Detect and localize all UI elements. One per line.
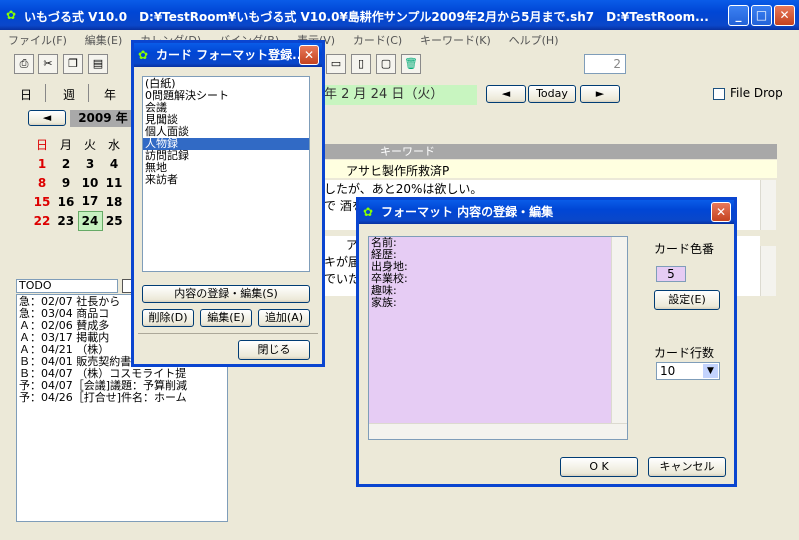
calendar-year: 2009 年 — [70, 110, 136, 127]
tab-day[interactable]: 日 — [20, 86, 32, 103]
format-line: 卒業校: — [371, 272, 408, 285]
note-line: したが、あと20%は欲しい。 — [324, 182, 483, 196]
chevron-down-icon[interactable]: ▼ — [703, 364, 718, 378]
format-dialog-icon: ✿ — [363, 205, 374, 219]
main-titlebar: ✿ いもづる式 V10.0 D:¥TestRoom¥いもづる式 V10.0¥島耕… — [0, 0, 799, 30]
app-icon: ✿ — [6, 8, 17, 22]
format-dialog-titlebar: ✿ フォーマット 内容の登録・編集 ✕ — [359, 200, 734, 224]
trash-icon[interactable]: 🗑 — [401, 54, 421, 74]
format-dialog-title: フォーマット 内容の登録・編集 — [381, 205, 554, 219]
menu-keyword[interactable]: キーワード(K) — [420, 34, 491, 47]
modify-button[interactable]: 編集(E) — [200, 309, 252, 327]
menu-card[interactable]: カード(C) — [353, 34, 402, 47]
card-dialog-close-button[interactable]: ✕ — [299, 45, 319, 65]
blank-icon[interactable]: ▢ — [376, 54, 396, 74]
close-button[interactable]: ✕ — [774, 5, 795, 26]
format-line: 名前: — [371, 236, 397, 249]
delete-button[interactable]: 削除(D) — [142, 309, 194, 327]
format-edit-dialog: ✿ フォーマット 内容の登録・編集 ✕ 名前: 経歴: 出身地: 卒業校: 趣味… — [356, 197, 737, 487]
weekday-wed: 水 — [107, 138, 120, 152]
format-item[interactable]: 訪問記録 — [143, 150, 309, 162]
weekday-mon: 月 — [59, 138, 72, 152]
card-rows-value: 10 — [660, 364, 676, 378]
card-rows-label: カード行数 — [654, 346, 715, 360]
tab-divider — [45, 84, 46, 102]
tab-divider — [88, 84, 89, 102]
card-dialog-title: カード フォーマット登録... — [156, 48, 306, 62]
dialog-divider — [138, 333, 318, 334]
calendar-day[interactable]: 16 — [54, 192, 78, 211]
calendar-day[interactable]: 22 — [30, 211, 54, 230]
add-button[interactable]: 追加(A) — [258, 309, 310, 327]
keyword-value[interactable]: アサヒ製作所救済P — [346, 162, 449, 179]
card-rows-select[interactable]: 10 ▼ — [656, 362, 720, 380]
copy-icon[interactable]: ❐ — [63, 54, 83, 74]
format-text-area[interactable]: 名前: 経歴: 出身地: 卒業校: 趣味: 家族: — [368, 236, 628, 440]
calendar-day[interactable]: 4 — [102, 154, 126, 173]
ok-button[interactable]: O K — [560, 457, 638, 477]
weekday-sun: 日 — [35, 138, 48, 152]
paste-icon[interactable]: ▤ — [88, 54, 108, 74]
calendar-day[interactable]: 25 — [102, 211, 126, 230]
format-item[interactable]: 0問題解決シート — [143, 90, 309, 102]
todo-item[interactable]: 予：04/26［打合せ]件名：ホーム — [17, 392, 227, 404]
card-format-list[interactable]: (白紙) 0問題解決シート 会議 見聞談 個人面談 人物録 訪問記録 無地 来訪… — [142, 76, 310, 272]
cancel-button[interactable]: キャンセル — [648, 457, 726, 477]
calendar-grid: 日月火水 1234 8 9 10 11 15 16 17 18 22 23 24 25 — [30, 135, 126, 231]
calendar-day[interactable]: 2 — [54, 154, 78, 173]
page-icon[interactable]: ▯ — [351, 54, 371, 74]
card-color-value: 5 — [656, 266, 686, 282]
format-line: 家族: — [371, 296, 397, 309]
calendar-day[interactable]: 23 — [54, 211, 78, 230]
scissors-icon[interactable]: ✂ — [38, 54, 58, 74]
note-scrollbar-2[interactable] — [760, 246, 776, 296]
settings-button[interactable]: 設定(E) — [654, 290, 720, 310]
format-dialog-close-button[interactable]: ✕ — [711, 202, 731, 222]
card-color-label: カード色番 — [654, 242, 715, 256]
edit-content-button[interactable]: 内容の登録・編集(S) — [142, 285, 310, 303]
date-heading: 年 2 月 24 日（火） — [322, 85, 477, 105]
keyword-header: キーワード — [322, 144, 777, 159]
calendar-day[interactable]: 18 — [102, 192, 126, 211]
calendar-today[interactable]: 24 — [77, 210, 103, 231]
calendar-day[interactable]: 17 — [78, 192, 102, 211]
calendar-day[interactable]: 1 — [30, 154, 54, 173]
keyword-row: アサヒ製作所救済P — [322, 160, 777, 178]
todo-header: TODO — [16, 279, 118, 293]
calendar-day[interactable]: 8 — [30, 173, 54, 192]
prev-day-button[interactable]: ◄ — [486, 85, 526, 103]
print-icon[interactable]: ⎙ — [14, 54, 34, 74]
file-drop-label: File Drop — [730, 86, 783, 100]
menu-edit[interactable]: 編集(E) — [85, 34, 123, 47]
calendar-day[interactable]: 15 — [30, 192, 54, 211]
note-scrollbar[interactable] — [760, 180, 776, 230]
prev-year-button[interactable]: ◄ — [28, 110, 66, 126]
today-button[interactable]: Today — [528, 85, 576, 103]
calendar-day[interactable]: 11 — [102, 173, 126, 192]
window-title: いもづる式 V10.0 D:¥TestRoom¥いもづる式 V10.0¥島耕作サ… — [24, 10, 709, 24]
page-number-field[interactable]: 2 — [584, 54, 626, 74]
menu-help[interactable]: ヘルプ(H) — [509, 34, 559, 47]
next-day-button[interactable]: ► — [580, 85, 620, 103]
tab-year[interactable]: 年 — [104, 86, 116, 103]
menu-file[interactable]: ファイル(F) — [8, 34, 67, 47]
format-item[interactable]: 来訪者 — [143, 174, 309, 186]
format-line: 趣味: — [371, 284, 397, 297]
minimize-button[interactable]: _ — [728, 5, 749, 26]
close-dialog-button[interactable]: 閉じる — [238, 340, 310, 360]
calendar-day[interactable]: 10 — [78, 173, 102, 192]
card-format-dialog: ✿ カード フォーマット登録... ✕ (白紙) 0問題解決シート 会議 見聞談… — [131, 40, 325, 367]
card-icon[interactable]: ▭ — [326, 54, 346, 74]
file-drop-checkbox[interactable] — [713, 88, 725, 100]
weekday-tue: 火 — [83, 138, 96, 152]
calendar-day[interactable]: 9 — [54, 173, 78, 192]
format-vertical-scrollbar[interactable] — [611, 237, 627, 425]
format-horizontal-scrollbar[interactable] — [369, 423, 627, 439]
maximize-button[interactable]: □ — [751, 5, 772, 26]
card-dialog-icon: ✿ — [138, 48, 149, 62]
card-dialog-titlebar: ✿ カード フォーマット登録... ✕ — [134, 43, 322, 67]
tab-week[interactable]: 週 — [63, 86, 75, 103]
calendar-day[interactable]: 3 — [78, 154, 102, 173]
